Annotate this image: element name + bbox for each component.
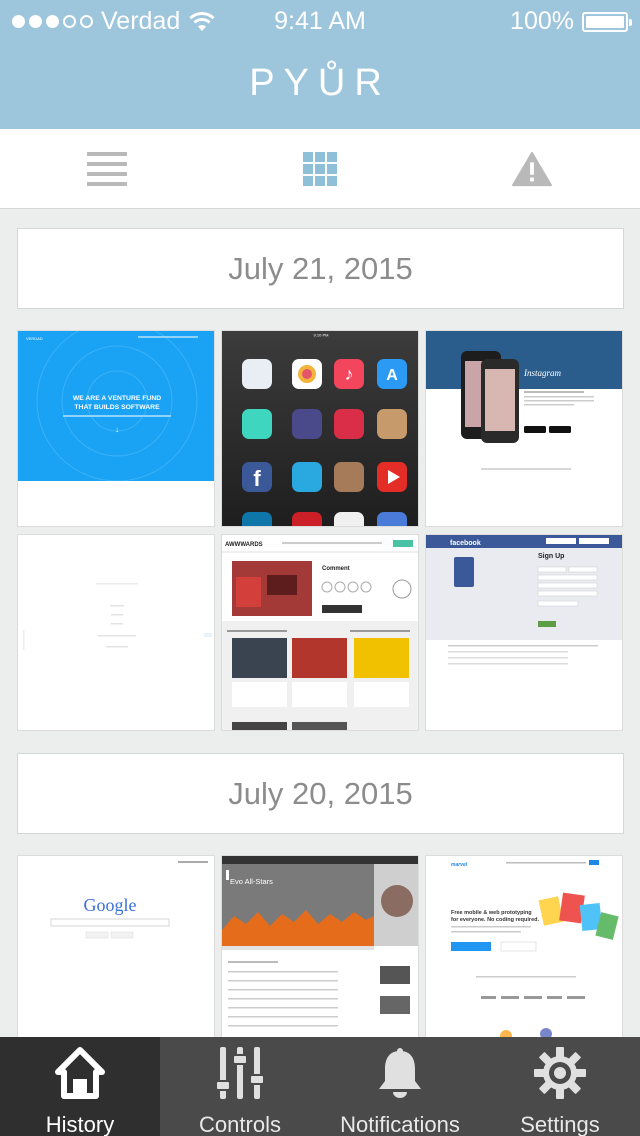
app-header: Verdad 9:41 AM 100% PYŮR bbox=[0, 0, 640, 129]
app-logo: PYŮR bbox=[249, 62, 391, 104]
tab-history[interactable]: History bbox=[0, 1037, 160, 1136]
history-thumbnail-facebook[interactable]: facebook Sign Up bbox=[425, 534, 623, 731]
svg-text:f: f bbox=[253, 466, 261, 491]
gear-icon bbox=[534, 1047, 586, 1099]
instagram-logo: Instagram bbox=[523, 368, 562, 378]
tab-label: Controls bbox=[199, 1112, 281, 1136]
history-thumbnail-ipad-home[interactable]: 9:10 PM ♪ A f bbox=[221, 330, 419, 527]
date-header: July 20, 2015 bbox=[17, 753, 624, 834]
alerts-view-button[interactable] bbox=[512, 149, 552, 189]
date-header: July 21, 2015 bbox=[17, 228, 624, 309]
svg-text:Sign Up: Sign Up bbox=[538, 553, 564, 560]
tab-label: Settings bbox=[520, 1112, 600, 1136]
battery-percent: 100% bbox=[510, 7, 574, 35]
history-thumbnail-verdad[interactable]: VERDAD WE ARE A VENTURE FUND THAT BUILDS… bbox=[17, 330, 215, 527]
tab-settings[interactable]: Settings bbox=[480, 1037, 640, 1136]
tab-label: History bbox=[45, 1112, 115, 1136]
list-icon bbox=[87, 152, 127, 186]
svg-text:THAT BUILDS SOFTWARE: THAT BUILDS SOFTWARE bbox=[74, 404, 160, 411]
status-bar: Verdad 9:41 AM 100% bbox=[0, 0, 640, 40]
svg-text:A: A bbox=[386, 367, 398, 384]
verdad-logo: VERDAD bbox=[26, 336, 43, 341]
svg-text:for everyone. No coding requir: for everyone. No coding required. bbox=[451, 917, 539, 923]
svg-text:♪: ♪ bbox=[345, 364, 354, 384]
history-thumbnail-soundcloud[interactable]: Evo All-Stars bbox=[221, 855, 419, 1052]
history-thumbnail-awwwards[interactable]: AWWWARDS Comment bbox=[221, 534, 419, 731]
sliders-icon bbox=[215, 1047, 265, 1099]
svg-text:Evo All-Stars: Evo All-Stars bbox=[230, 877, 273, 886]
tab-controls[interactable]: Controls bbox=[160, 1037, 320, 1136]
house-icon bbox=[55, 1047, 105, 1099]
svg-text:↓: ↓ bbox=[115, 425, 119, 434]
history-thumbnail-blank-form[interactable] bbox=[17, 534, 215, 731]
tab-label: Notifications bbox=[340, 1112, 460, 1136]
alert-icon bbox=[512, 151, 552, 187]
history-thumbnail-google[interactable]: Google bbox=[17, 855, 215, 1052]
list-view-button[interactable] bbox=[87, 149, 127, 189]
svg-text:Free mobile & web prototyping: Free mobile & web prototyping bbox=[451, 910, 532, 916]
bell-icon bbox=[379, 1048, 421, 1098]
view-toolbar bbox=[0, 129, 640, 209]
svg-text:9:10 PM: 9:10 PM bbox=[314, 333, 329, 338]
svg-text:WE ARE A VENTURE FUND: WE ARE A VENTURE FUND bbox=[73, 395, 161, 402]
svg-text:Comment: Comment bbox=[322, 566, 350, 572]
history-thumbnail-instagram[interactable]: Instagram bbox=[425, 330, 623, 527]
facebook-logo: facebook bbox=[450, 540, 481, 547]
grid-view-button[interactable] bbox=[300, 149, 340, 189]
grid-icon bbox=[303, 152, 337, 186]
tab-notifications[interactable]: Notifications bbox=[320, 1037, 480, 1136]
google-logo: Google bbox=[84, 895, 137, 915]
awwwards-logo: AWWWARDS bbox=[225, 542, 263, 548]
svg-text:marvel: marvel bbox=[451, 862, 468, 868]
history-thumbnail-marvel[interactable]: marvel Free mobile & web prototyping for… bbox=[425, 855, 623, 1052]
tab-bar: History Controls Notifications Settings bbox=[0, 1037, 640, 1136]
battery-icon bbox=[582, 11, 632, 32]
